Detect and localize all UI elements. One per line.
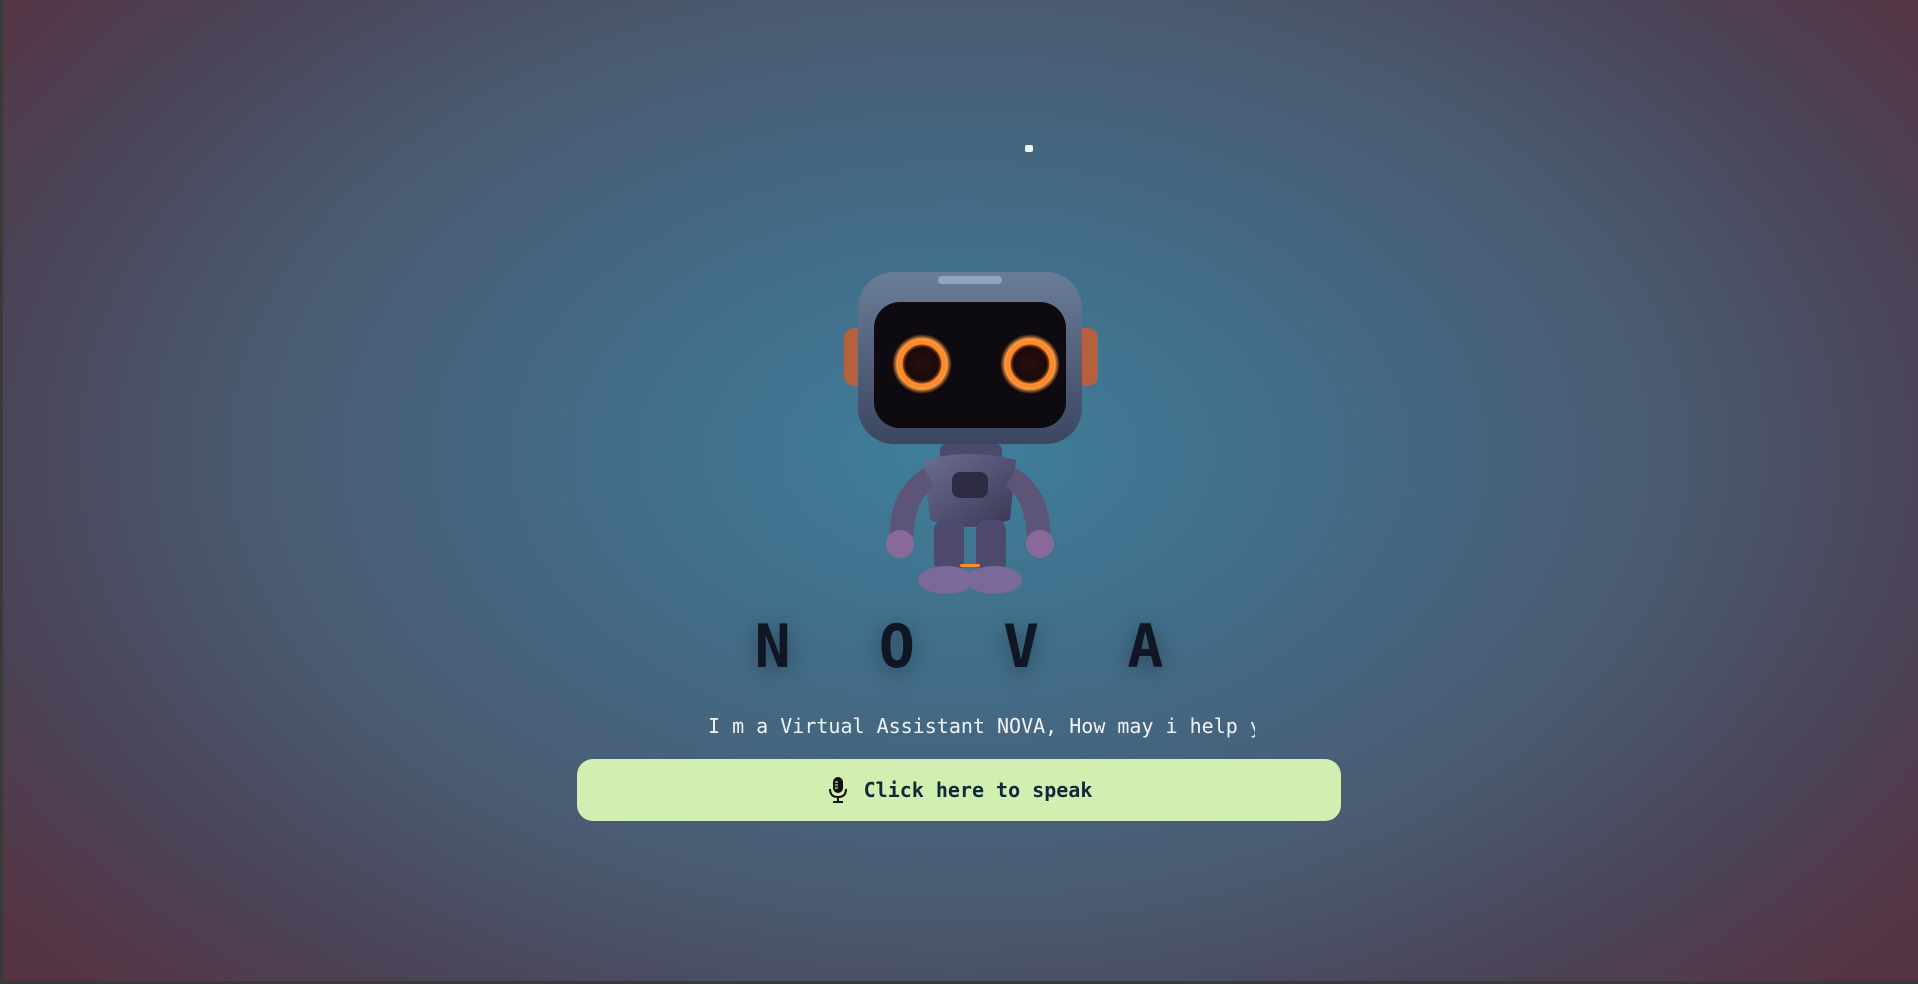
- robot-mascot-image: [830, 258, 1110, 598]
- app-title: N O V A: [754, 612, 1190, 682]
- speak-button-label: Click here to speak: [863, 778, 1093, 802]
- cursor-indicator: [1025, 145, 1033, 152]
- assistant-intro-text: I m a Virtual Assistant NOVA, How may i …: [708, 714, 1255, 738]
- window-edge-left: [0, 0, 3, 984]
- microphone-icon: [828, 777, 847, 803]
- speak-button[interactable]: Click here to speak: [577, 759, 1341, 821]
